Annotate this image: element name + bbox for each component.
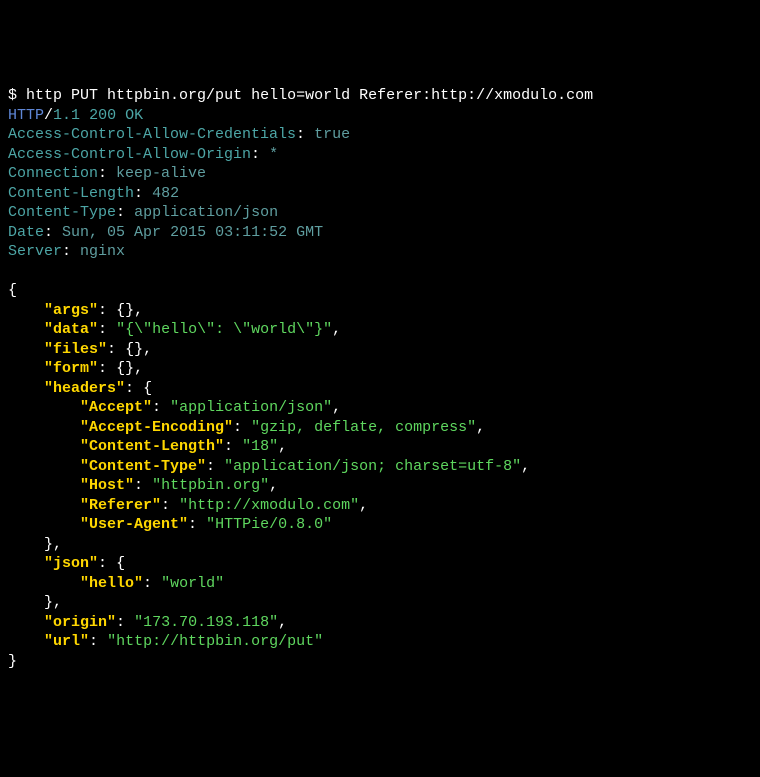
json-key: "json" [44,555,98,572]
json-key: "files" [44,341,107,358]
http-version: 1.1 [53,107,80,124]
header-value: application/json [134,204,278,221]
json-value: "http://httpbin.org/put" [107,633,323,650]
terminal-output: $ http PUT httpbin.org/put hello=world R… [8,86,752,671]
json-key: "form" [44,360,98,377]
header-name: Content-Length [8,185,134,202]
command-line: http PUT httpbin.org/put hello=world Ref… [26,87,593,104]
json-value: "application/json" [170,399,332,416]
header-name: Server [8,243,62,260]
json-key: "url" [44,633,89,650]
header-name: Access-Control-Allow-Origin [8,146,251,163]
header-value: true [314,126,350,143]
json-key: "User-Agent" [80,516,188,533]
header-value: 482 [152,185,179,202]
json-value: "gzip, deflate, compress" [251,419,476,436]
json-key: "Accept" [80,399,152,416]
shell-prompt: $ [8,87,17,104]
json-key: "headers" [44,380,125,397]
json-key: "data" [44,321,98,338]
json-key: "args" [44,302,98,319]
header-value: * [269,146,278,163]
json-key: "Accept-Encoding" [80,419,233,436]
json-value: "{\"hello\": \"world\"}" [116,321,332,338]
http-protocol: HTTP [8,107,44,124]
header-value: nginx [80,243,125,260]
header-value: keep-alive [116,165,206,182]
json-value: {} [125,341,143,358]
json-key: "Host" [80,477,134,494]
json-value: {} [116,360,134,377]
header-value: Sun, 05 Apr 2015 03:11:52 GMT [62,224,323,241]
json-value: "httpbin.org" [152,477,269,494]
json-brace: { [8,282,17,299]
json-key: "origin" [44,614,116,631]
json-key: "Content-Length" [80,438,224,455]
json-value: {} [116,302,134,319]
header-name: Content-Type [8,204,116,221]
header-name: Access-Control-Allow-Credentials [8,126,296,143]
json-key: "Referer" [80,497,161,514]
json-value: "18" [242,438,278,455]
json-value: "HTTPie/0.8.0" [206,516,332,533]
json-key: "Content-Type" [80,458,206,475]
json-brace: } [8,653,17,670]
header-name: Date [8,224,44,241]
json-value: "173.70.193.118" [134,614,278,631]
json-value: "application/json; charset=utf-8" [224,458,521,475]
http-status: 200 OK [89,107,143,124]
json-value: "http://xmodulo.com" [179,497,359,514]
header-name: Connection [8,165,98,182]
